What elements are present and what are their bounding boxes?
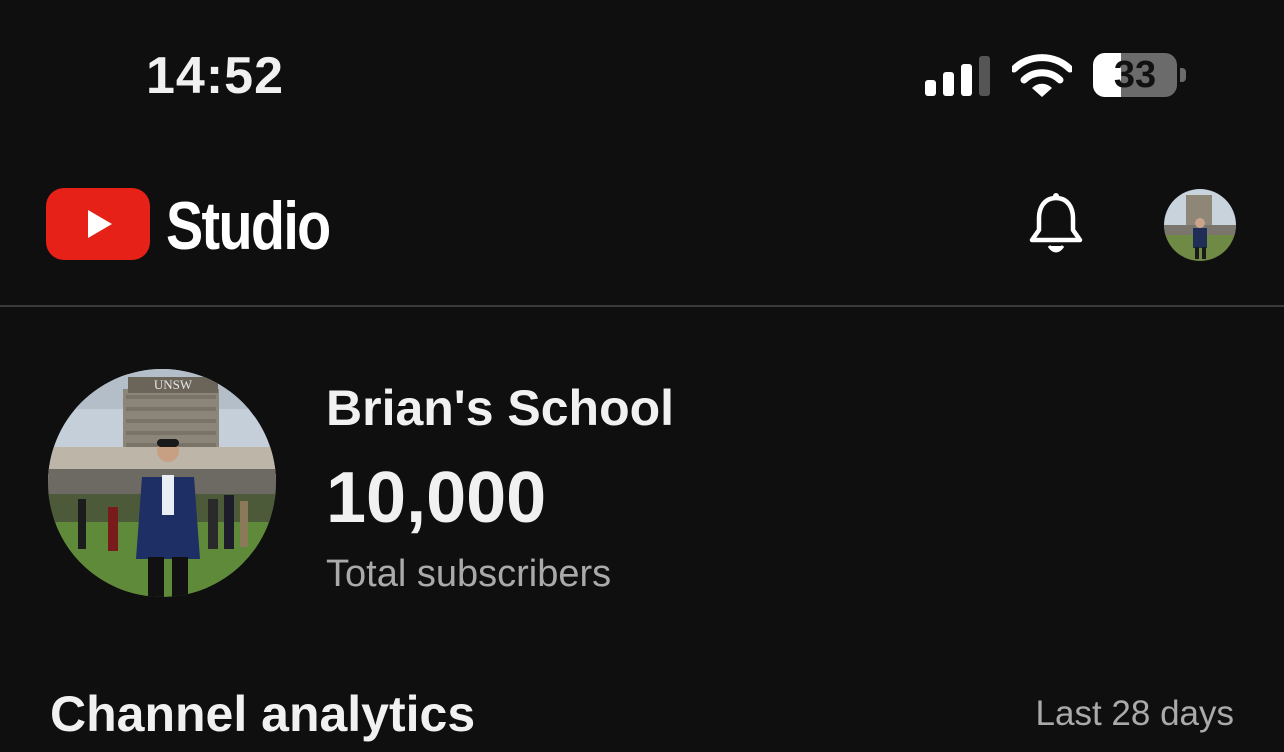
status-time: 14:52: [146, 47, 284, 105]
battery-percent: 33: [1113, 54, 1157, 96]
channel-avatar[interactable]: UNSW: [48, 369, 276, 597]
header-divider: [0, 305, 1284, 307]
channel-avatar-photo: UNSW: [48, 369, 276, 597]
analytics-title: Channel analytics: [50, 686, 476, 742]
signal-bar: [961, 64, 972, 96]
youtube-logo-icon[interactable]: [46, 188, 150, 260]
signal-bar: [925, 80, 936, 96]
battery-icon: 33: [1093, 53, 1177, 97]
account-avatar[interactable]: [1164, 189, 1236, 261]
studio-logo-text: Studio: [166, 188, 331, 264]
subscriber-count: 10,000: [326, 458, 547, 538]
date-range-selector[interactable]: Last 28 days: [1036, 694, 1234, 734]
signal-bar: [943, 72, 954, 96]
avatar-photo: [1164, 189, 1236, 261]
svg-text:UNSW: UNSW: [154, 377, 193, 392]
channel-name: Brian's School: [326, 380, 675, 436]
bell-icon[interactable]: [1026, 192, 1086, 258]
battery-nub: [1180, 68, 1186, 82]
wifi-icon: [1012, 54, 1072, 97]
subscriber-label: Total subscribers: [326, 553, 612, 595]
signal-bar: [979, 56, 990, 96]
signal-icon: [925, 56, 991, 96]
